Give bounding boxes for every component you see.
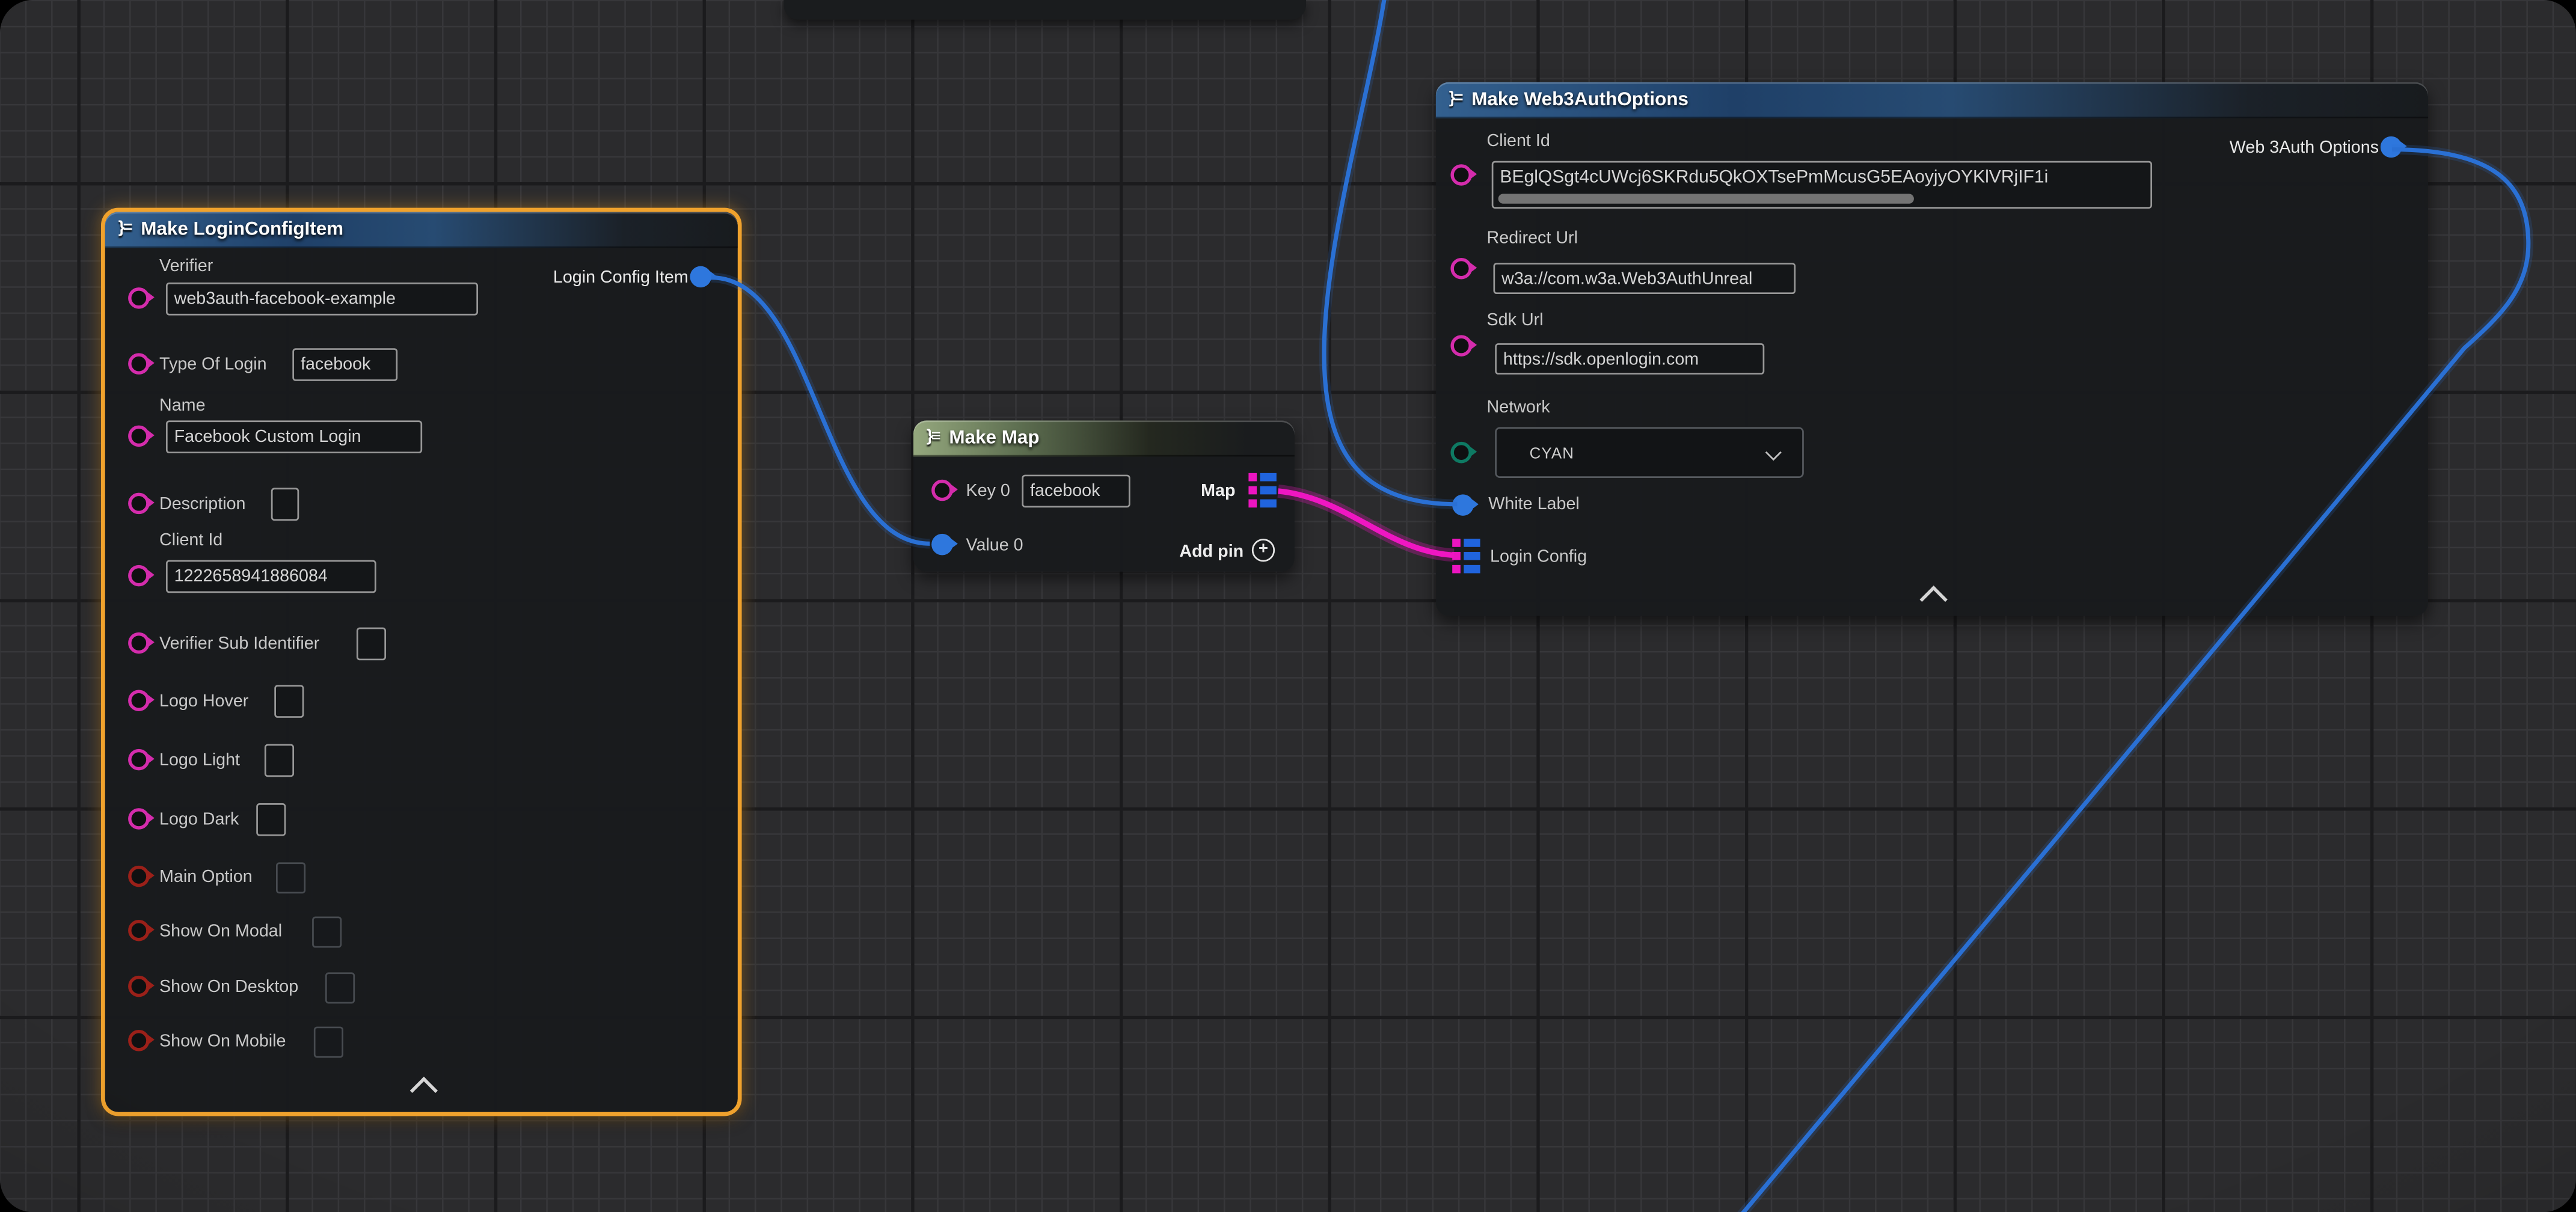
- logo-hover-label: Logo Hover: [159, 691, 248, 711]
- verifier-sub-identifier-pin[interactable]: [128, 632, 150, 654]
- name-value: Facebook Custom Login: [174, 427, 361, 447]
- show-on-desktop-checkbox[interactable]: [325, 972, 355, 1003]
- logo-light-input[interactable]: [265, 744, 294, 777]
- logo-hover-pin[interactable]: [128, 690, 150, 711]
- type-of-login-pin[interactable]: [128, 353, 150, 375]
- client-id-value: BEglQSgt4cUWcj6SKRdu5QkOXTsePmMcusG5EAoy…: [1500, 168, 2048, 188]
- show-on-desktop-label: Show On Desktop: [159, 978, 298, 997]
- description-input[interactable]: [271, 488, 299, 521]
- logo-light-pin[interactable]: [128, 749, 150, 771]
- sdk-url-label: Sdk Url: [1487, 310, 1544, 330]
- name-pin[interactable]: [128, 426, 150, 447]
- white-label-pin[interactable]: [1452, 494, 1473, 515]
- show-on-mobile-checkbox[interactable]: [314, 1027, 343, 1058]
- network-pin[interactable]: [1450, 442, 1472, 464]
- login-config-item-output-pin[interactable]: [690, 266, 711, 288]
- main-option-checkbox[interactable]: [276, 862, 305, 893]
- login-config-pin[interactable]: [1452, 539, 1480, 573]
- node-header[interactable]: }= Make Web3AuthOptions: [1436, 82, 2428, 118]
- client-id-scrollbar[interactable]: [1498, 194, 1914, 203]
- map-output-pin[interactable]: [1248, 473, 1276, 507]
- type-of-login-value: facebook: [301, 355, 370, 375]
- node-title: Make Map: [949, 429, 1039, 448]
- wire-loginconfigitem-to-map-value0[interactable]: [711, 278, 930, 544]
- description-pin[interactable]: [128, 493, 150, 515]
- client-id-input[interactable]: 1222658941886084: [166, 560, 376, 593]
- client-id-pin[interactable]: [128, 565, 150, 587]
- add-pin-icon[interactable]: +: [1252, 539, 1275, 562]
- logo-light-label: Logo Light: [159, 751, 240, 771]
- collapse-arrow-icon[interactable]: [410, 1077, 438, 1104]
- login-config-label: Login Config: [1490, 547, 1587, 567]
- description-label: Description: [159, 494, 246, 514]
- wire-loginconfigitem-to-map-value0-glow: [711, 278, 930, 544]
- collapse-arrow-icon[interactable]: [1919, 586, 1947, 613]
- client-id-value: 1222658941886084: [174, 567, 328, 587]
- logo-dark-input[interactable]: [256, 803, 286, 836]
- node-header[interactable]: }≡ Make Map: [913, 420, 1295, 456]
- logo-dark-pin[interactable]: [128, 808, 150, 830]
- show-on-modal-checkbox[interactable]: [312, 917, 342, 948]
- verifier-sub-identifier-input[interactable]: [357, 628, 386, 661]
- offscreen-node-fragment[interactable]: [784, 0, 1306, 20]
- key0-label: Key 0: [966, 482, 1010, 501]
- main-option-label: Main Option: [159, 868, 253, 887]
- type-of-login-input[interactable]: facebook: [292, 348, 397, 381]
- node-make-web3authoptions[interactable]: }= Make Web3AuthOptions Web 3Auth Option…: [1436, 82, 2428, 616]
- node-make-map[interactable]: }≡ Make Map Key 0 facebook Map Value 0 A…: [913, 420, 1295, 571]
- logo-dark-label: Logo Dark: [159, 810, 239, 830]
- sdk-url-pin[interactable]: [1450, 335, 1472, 357]
- sdk-url-value: https://sdk.openlogin.com: [1503, 349, 1699, 369]
- network-dropdown[interactable]: CYAN: [1495, 427, 1804, 478]
- graph-canvas[interactable]: }= Make LoginConfigItem Login Config Ite…: [0, 0, 2576, 1212]
- blueprint-editor: }= Make LoginConfigItem Login Config Ite…: [0, 0, 2576, 1212]
- verifier-sub-identifier-label: Verifier Sub Identifier: [159, 634, 319, 654]
- make-struct-icon: }=: [1449, 91, 1462, 108]
- name-input[interactable]: Facebook Custom Login: [166, 420, 422, 453]
- value0-pin[interactable]: [931, 534, 953, 556]
- redirect-url-label: Redirect Url: [1487, 228, 1578, 248]
- node-make-loginconfigitem[interactable]: }= Make LoginConfigItem Login Config Ite…: [105, 212, 738, 1112]
- show-on-modal-pin[interactable]: [128, 920, 150, 941]
- verifier-pin[interactable]: [128, 287, 150, 309]
- network-value: CYAN: [1530, 445, 1575, 463]
- output-pin-label: Login Config Item: [553, 268, 688, 287]
- wire-map-to-loginconfig[interactable]: [1278, 491, 1454, 556]
- key0-value: facebook: [1030, 482, 1100, 501]
- sdk-url-input[interactable]: https://sdk.openlogin.com: [1495, 343, 1764, 375]
- client-id-pin[interactable]: [1450, 164, 1472, 186]
- verifier-label: Verifier: [159, 256, 213, 276]
- add-pin-label[interactable]: Add pin: [1179, 542, 1244, 562]
- network-label: Network: [1487, 397, 1550, 417]
- verifier-input[interactable]: web3auth-facebook-example: [166, 283, 478, 316]
- redirect-url-value: w3a://com.w3a.Web3AuthUnreal: [1501, 269, 1752, 289]
- show-on-modal-label: Show On Modal: [159, 922, 282, 941]
- type-of-login-label: Type Of Login: [159, 355, 267, 375]
- key0-input[interactable]: facebook: [1022, 475, 1130, 508]
- map-output-label: Map: [1201, 482, 1235, 501]
- value0-label: Value 0: [966, 536, 1023, 556]
- redirect-url-pin[interactable]: [1450, 258, 1472, 280]
- web3auth-options-output-pin[interactable]: [2381, 136, 2402, 158]
- white-label-label: White Label: [1488, 494, 1580, 514]
- show-on-desktop-pin[interactable]: [128, 976, 150, 997]
- verifier-value: web3auth-facebook-example: [174, 289, 396, 309]
- client-id-label: Client Id: [159, 530, 222, 550]
- make-map-icon: }≡: [927, 429, 939, 445]
- main-option-pin[interactable]: [128, 866, 150, 887]
- show-on-mobile-pin[interactable]: [128, 1030, 150, 1051]
- chevron-down-icon: [1765, 444, 1782, 461]
- client-id-label: Client Id: [1487, 132, 1550, 152]
- key0-pin[interactable]: [931, 480, 953, 501]
- output-pin-label: Web 3Auth Options: [2230, 138, 2379, 158]
- node-header[interactable]: }= Make LoginConfigItem: [105, 212, 738, 248]
- redirect-url-input[interactable]: w3a://com.w3a.Web3AuthUnreal: [1493, 263, 1796, 294]
- make-struct-icon: }=: [118, 221, 131, 237]
- show-on-mobile-label: Show On Mobile: [159, 1032, 286, 1051]
- wire-map-to-loginconfig-glow: [1278, 491, 1454, 556]
- node-title: Make Web3AuthOptions: [1471, 90, 1688, 110]
- name-label: Name: [159, 396, 206, 415]
- logo-hover-input[interactable]: [274, 685, 304, 718]
- node-title: Make LoginConfigItem: [141, 220, 343, 240]
